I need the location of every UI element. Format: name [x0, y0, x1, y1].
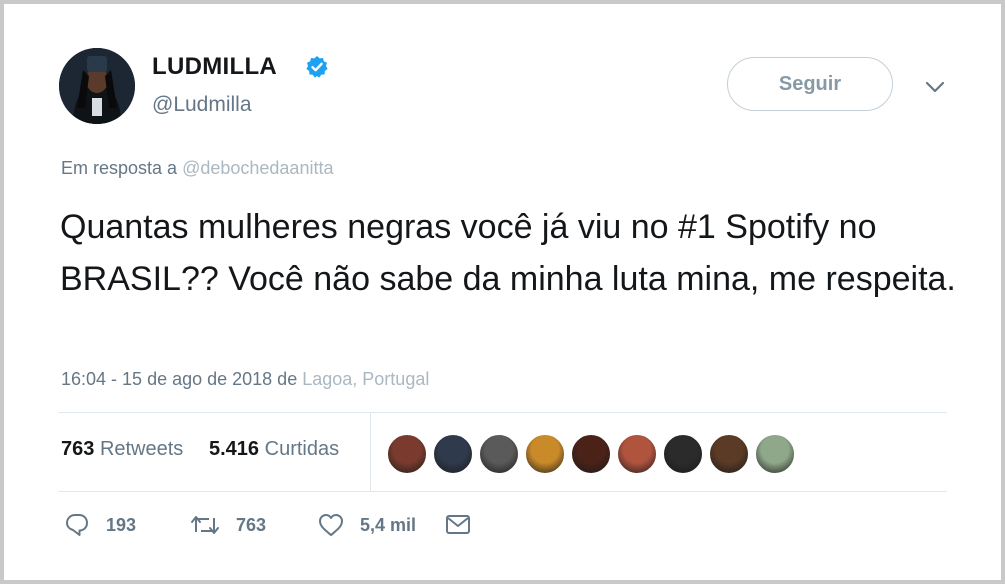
- envelope-icon: [446, 515, 470, 534]
- liker-avatar[interactable]: [754, 433, 796, 475]
- divider-bottom: [58, 491, 947, 492]
- avatar-image: [59, 48, 135, 124]
- divider-top: [58, 412, 947, 413]
- retweets-label: Retweets: [99, 438, 184, 460]
- author-handle[interactable]: @Ludmilla: [152, 93, 252, 117]
- tweet-meta: 16:04 - 15 de ago de 2018 de Lagoa, Port…: [61, 369, 429, 390]
- chevron-down-icon[interactable]: [924, 78, 946, 96]
- liker-avatar[interactable]: [616, 433, 658, 475]
- retweet-action[interactable]: 763: [190, 510, 266, 540]
- tweet-text: Quantas mulheres negras você já viu no #…: [60, 208, 956, 298]
- liker-avatar[interactable]: [662, 433, 704, 475]
- direct-message-action[interactable]: [445, 510, 471, 540]
- liker-avatar[interactable]: [524, 433, 566, 475]
- heart-icon: [319, 514, 343, 536]
- reply-mention-link[interactable]: @debochedaanitta: [182, 158, 333, 178]
- reply-prefix: Em resposta a: [61, 158, 178, 178]
- like-count: 5,4 mil: [360, 514, 417, 535]
- like-action[interactable]: 5,4 mil: [318, 510, 416, 540]
- retweet-count: 763: [236, 514, 267, 535]
- liker-avatar[interactable]: [478, 433, 520, 475]
- retweet-icon: [191, 516, 219, 534]
- stats-separator: [370, 413, 371, 491]
- retweets-count: 763: [61, 438, 95, 460]
- liker-avatar[interactable]: [432, 433, 474, 475]
- likes-label: Curtidas: [264, 438, 340, 460]
- liker-avatar[interactable]: [386, 433, 428, 475]
- tweet-timestamp[interactable]: 16:04 - 15 de ago de 2018 de: [61, 369, 297, 389]
- liker-avatar[interactable]: [708, 433, 750, 475]
- verified-badge-icon: [306, 56, 328, 78]
- reply-context: Em resposta a @debochedaanitta: [61, 158, 333, 179]
- liker-avatar[interactable]: [570, 433, 612, 475]
- retweets-stat[interactable]: 763 Retweets: [61, 438, 183, 461]
- reply-action[interactable]: 193: [64, 510, 136, 540]
- tweet-location-link[interactable]: Lagoa, Portugal: [302, 369, 429, 389]
- likes-count: 5.416: [209, 438, 260, 460]
- reply-icon: [66, 514, 88, 536]
- author-display-name[interactable]: LUDMILLA: [152, 53, 277, 81]
- likes-stat[interactable]: 5.416 Curtidas: [209, 438, 339, 461]
- author-avatar[interactable]: [59, 48, 135, 124]
- follow-button[interactable]: Seguir: [727, 57, 893, 111]
- reply-count: 193: [106, 514, 137, 535]
